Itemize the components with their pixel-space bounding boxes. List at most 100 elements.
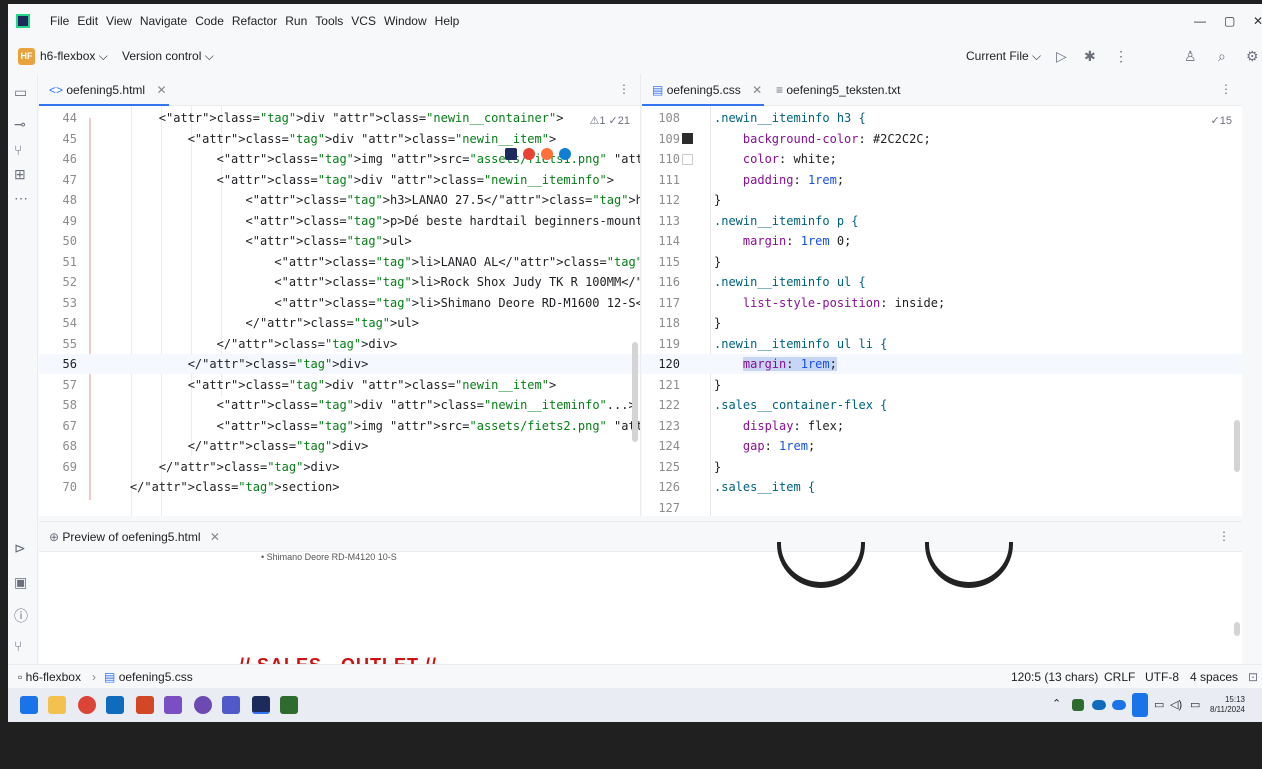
code-text[interactable]: .newin__iteminfo ul li { bbox=[714, 334, 887, 354]
code-line[interactable]: 52 <"attr">class="tag">li>Rock Shox Judy… bbox=[39, 272, 640, 292]
line-number[interactable]: 113 bbox=[642, 211, 680, 231]
code-line[interactable]: 118} bbox=[642, 313, 1242, 333]
webstorm-taskbar-icon[interactable] bbox=[252, 696, 270, 714]
code-text[interactable]: margin: 1rem 0; bbox=[714, 231, 851, 251]
teams-icon[interactable] bbox=[222, 696, 240, 714]
line-number[interactable]: 121 bbox=[642, 375, 680, 395]
preview-scrollbar[interactable] bbox=[1234, 622, 1240, 636]
tab-preview[interactable]: ⊕ Preview of oefening5.html ✕ bbox=[49, 522, 220, 552]
code-text[interactable]: </"attr">class="tag">div> bbox=[101, 436, 369, 456]
commit-icon[interactable]: ⊸ bbox=[14, 116, 26, 133]
code-line[interactable]: 109 background-color: #2C2C2C; bbox=[642, 129, 1242, 149]
code-text[interactable]: .sales__container-flex { bbox=[714, 395, 887, 415]
code-line[interactable]: 55 </"attr">class="tag">div> bbox=[39, 334, 640, 354]
menu-code[interactable]: Code bbox=[195, 14, 224, 28]
line-number[interactable]: 54 bbox=[39, 313, 77, 333]
line-number[interactable]: 115 bbox=[642, 252, 680, 272]
code-line[interactable]: 50 <"attr">class="tag">ul> bbox=[39, 231, 640, 251]
line-number[interactable]: 46 bbox=[39, 149, 77, 169]
menu-run[interactable]: Run bbox=[285, 14, 307, 28]
line-number[interactable]: 69 bbox=[39, 457, 77, 477]
chrome-taskbar-icon[interactable] bbox=[78, 696, 96, 714]
code-text[interactable]: </"attr">class="tag">ul> bbox=[101, 313, 418, 333]
line-number[interactable]: 120 bbox=[642, 354, 680, 374]
code-line[interactable]: 117 list-style-position: inside; bbox=[642, 293, 1242, 313]
inspection-widget[interactable]: ⚠1 ✓21 bbox=[590, 114, 631, 127]
network-icon[interactable]: ▭ bbox=[1154, 698, 1164, 711]
more-icon[interactable]: ⋮ bbox=[1114, 48, 1128, 65]
services-icon[interactable]: ⊳ bbox=[14, 540, 26, 557]
code-line[interactable]: 122 .sales__container-flex { bbox=[642, 395, 1242, 415]
line-number[interactable]: 118 bbox=[642, 313, 680, 333]
line-number[interactable]: 53 bbox=[39, 293, 77, 313]
line-number[interactable]: 109 bbox=[642, 129, 680, 149]
line-number[interactable]: 50 bbox=[39, 231, 77, 251]
html-editor[interactable]: <> oefening5.html ✕ ⋮ 44 <"attr">class="… bbox=[39, 74, 641, 516]
line-number[interactable]: 119 bbox=[642, 334, 680, 354]
line-number[interactable]: 55 bbox=[39, 334, 77, 354]
code-line[interactable]: 67 <"attr">class="tag">img "attr">src="a… bbox=[39, 416, 640, 436]
code-line[interactable]: 112} bbox=[642, 190, 1242, 210]
code-line[interactable]: 116 .newin__iteminfo ul { bbox=[642, 272, 1242, 292]
line-number[interactable]: 114 bbox=[642, 231, 680, 251]
git-icon[interactable]: ⑂ bbox=[14, 638, 22, 654]
code-text[interactable]: gap: 1rem; bbox=[714, 436, 815, 456]
structure-icon[interactable]: ⊞ bbox=[14, 166, 26, 183]
close-window-icon[interactable]: ✕ bbox=[1253, 14, 1262, 28]
tab-options-icon[interactable]: ⋮ bbox=[1220, 82, 1232, 96]
code-text[interactable]: } bbox=[714, 375, 721, 395]
html-code-area[interactable]: 44 <"attr">class="tag">div "attr">class=… bbox=[39, 106, 640, 516]
windows-start-icon[interactable] bbox=[20, 696, 38, 714]
code-text[interactable]: <"attr">class="tag">div "attr">class="ne… bbox=[101, 170, 614, 190]
tray-app-icon[interactable] bbox=[1072, 699, 1084, 711]
preview-options-icon[interactable]: ⋮ bbox=[1218, 529, 1230, 543]
code-text[interactable]: </"attr">class="tag">div> bbox=[101, 457, 340, 477]
code-text[interactable]: <"attr">class="tag">li>LANAO AL</"attr">… bbox=[101, 252, 640, 272]
outlook-icon[interactable] bbox=[106, 696, 124, 714]
search-icon[interactable]: ⌕ bbox=[1218, 48, 1226, 65]
close-tab-icon[interactable]: ✕ bbox=[156, 83, 166, 97]
code-line[interactable]: 120 margin: 1rem; bbox=[642, 354, 1242, 374]
code-line[interactable]: 49 <"attr">class="tag">p>Dé beste hardta… bbox=[39, 211, 640, 231]
close-tab-icon[interactable]: ✕ bbox=[752, 83, 762, 97]
add-user-icon[interactable]: ♙ bbox=[1184, 48, 1197, 65]
tray-chevron-icon[interactable]: ⌃ bbox=[1052, 697, 1061, 710]
menu-help[interactable]: Help bbox=[435, 14, 460, 28]
code-line[interactable]: 58 <"attr">class="tag">div "attr">class=… bbox=[39, 395, 640, 415]
code-text[interactable]: </"attr">class="tag">div> bbox=[101, 334, 398, 354]
code-line[interactable]: 121} bbox=[642, 375, 1242, 395]
line-number[interactable]: 49 bbox=[39, 211, 77, 231]
file-encoding[interactable]: UTF-8 bbox=[1145, 670, 1179, 684]
code-line[interactable]: 51 <"attr">class="tag">li>LANAO AL</"att… bbox=[39, 252, 640, 272]
breadcrumb-project[interactable]: ▫ h6-flexbox bbox=[18, 670, 81, 684]
line-separator[interactable]: CRLF bbox=[1104, 670, 1135, 684]
code-text[interactable]: display: flex; bbox=[714, 416, 844, 436]
maximize-icon[interactable]: ▢ bbox=[1224, 14, 1235, 28]
code-text[interactable]: } bbox=[714, 313, 721, 333]
code-text[interactable]: <"attr">class="tag">li>Rock Shox Judy TK… bbox=[101, 272, 640, 292]
tab-oefening5-teksten[interactable]: ≡ oefening5_teksten.txt bbox=[766, 74, 916, 106]
line-number[interactable]: 70 bbox=[39, 477, 77, 497]
code-line[interactable]: 114 margin: 1rem 0; bbox=[642, 231, 1242, 251]
code-line[interactable]: 47 <"attr">class="tag">div "attr">class=… bbox=[39, 170, 640, 190]
powerpoint-icon[interactable] bbox=[136, 696, 154, 714]
color-swatch-icon[interactable] bbox=[682, 133, 693, 144]
line-number[interactable]: 127 bbox=[642, 498, 680, 517]
line-number[interactable]: 58 bbox=[39, 395, 77, 415]
line-number[interactable]: 68 bbox=[39, 436, 77, 456]
project-folder-icon[interactable]: ▭ bbox=[14, 84, 27, 101]
line-number[interactable]: 111 bbox=[642, 170, 680, 190]
volume-icon[interactable]: ◁) bbox=[1170, 698, 1182, 711]
left-scrollbar[interactable] bbox=[632, 342, 638, 442]
edge-icon[interactable] bbox=[559, 148, 571, 160]
code-line[interactable]: 111 padding: 1rem; bbox=[642, 170, 1242, 190]
line-number[interactable]: 108 bbox=[642, 108, 680, 128]
code-line[interactable]: 44 <"attr">class="tag">div "attr">class=… bbox=[39, 108, 640, 128]
code-line[interactable]: 123 display: flex; bbox=[642, 416, 1242, 436]
webstorm-icon[interactable] bbox=[505, 148, 517, 160]
code-line[interactable]: 126 .sales__item { bbox=[642, 477, 1242, 497]
inspection-widget[interactable]: ✓15 bbox=[1211, 114, 1232, 127]
line-number[interactable]: 116 bbox=[642, 272, 680, 292]
menu-window[interactable]: Window bbox=[384, 14, 427, 28]
more-tools-icon[interactable]: ⋯ bbox=[14, 190, 28, 207]
